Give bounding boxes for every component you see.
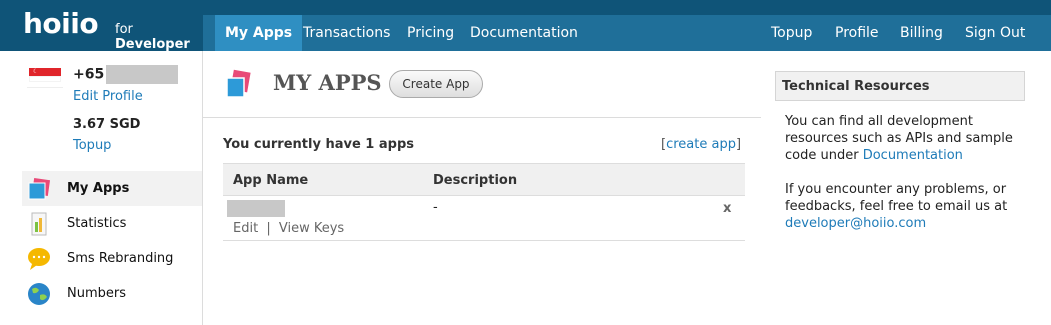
sidebar-item-label: Statistics — [67, 216, 127, 231]
logo-subtitle-developer: Developer — [115, 37, 190, 52]
sidebar: ☾ +65 Edit Profile 3.67 SGD Topup My App… — [0, 51, 203, 325]
sidebar-item-label: Sms Rebranding — [67, 251, 174, 266]
sidebar-item-sms-rebranding[interactable]: Sms Rebranding — [22, 241, 202, 276]
redacted-app-name — [227, 200, 285, 217]
action-separator: | — [266, 221, 271, 236]
my-apps-title-icon — [226, 69, 251, 98]
sms-rebranding-icon — [28, 248, 50, 270]
remove-app-button[interactable]: x — [723, 201, 731, 216]
sidebar-topup-link[interactable]: Topup — [73, 138, 111, 153]
create-app-link[interactable]: create app — [666, 137, 736, 152]
create-app-link-wrapper: [create app] — [661, 137, 741, 152]
sidebar-item-numbers[interactable]: Numbers — [22, 276, 202, 311]
table-row: - x Edit | View Keys — [223, 196, 745, 241]
developer-email-link[interactable]: developer@hoiio.com — [785, 216, 926, 231]
nav-pricing[interactable]: Pricing — [397, 15, 464, 51]
sidebar-item-statistics[interactable]: Statistics — [22, 206, 202, 241]
sidebar-item-label: Numbers — [67, 286, 126, 301]
column-header-description: Description — [433, 173, 518, 188]
singapore-flag-icon: ☾ — [27, 66, 63, 88]
sidebar-item-label: My Apps — [67, 181, 130, 196]
bracket-close: ] — [735, 137, 742, 152]
sidebar-item-my-apps[interactable]: My Apps — [22, 171, 202, 206]
create-app-button[interactable]: Create App — [389, 70, 483, 98]
table-header: App Name Description — [223, 163, 745, 196]
apps-table: App Name Description - x Edit | View Key… — [223, 163, 745, 241]
resources-paragraph-contact: If you encounter any problems, or feedba… — [785, 181, 1035, 232]
statistics-icon — [31, 212, 47, 236]
edit-app-link[interactable]: Edit — [233, 221, 258, 236]
apps-count-text: You currently have 1 apps — [223, 137, 414, 152]
page-title: MY APPS — [273, 70, 382, 95]
technical-resources-header: Technical Resources — [775, 71, 1025, 101]
view-keys-link[interactable]: View Keys — [279, 221, 344, 236]
nav-transactions[interactable]: Transactions — [293, 15, 400, 51]
row-actions: Edit | View Keys — [233, 221, 344, 236]
my-apps-icon — [28, 177, 51, 200]
logo-subtitle: for Developer — [115, 22, 203, 52]
app-description: - — [433, 200, 438, 215]
nav-profile[interactable]: Profile — [825, 15, 889, 51]
nav-my-apps[interactable]: My Apps — [215, 15, 303, 51]
nav-sign-out[interactable]: Sign Out — [955, 15, 1035, 51]
numbers-icon — [28, 283, 50, 305]
documentation-link[interactable]: Documentation — [863, 148, 963, 163]
resources-contact-text: If you encounter any problems, or feedba… — [785, 182, 1008, 214]
technical-resources-title: Technical Resources — [782, 79, 930, 94]
hoiio-logo[interactable]: hoiio — [23, 7, 99, 40]
logo-subtitle-prefix: for — [115, 22, 133, 37]
nav-topup[interactable]: Topup — [761, 15, 822, 51]
account-balance: 3.67 SGD — [73, 117, 141, 132]
sidebar-menu: My Apps Statistics Sms Rebranding Number… — [22, 171, 202, 311]
column-header-app-name: App Name — [233, 173, 309, 188]
redacted-phone-digits — [106, 65, 179, 84]
phone-prefix: +65 — [73, 66, 105, 83]
edit-profile-link[interactable]: Edit Profile — [73, 89, 143, 104]
divider — [203, 117, 761, 118]
resources-paragraph-docs: You can find all development resources s… — [785, 113, 1035, 164]
main-nav: My Apps Transactions Pricing Documentati… — [203, 15, 1051, 51]
top-header: hoiio for Developer My Apps Transactions… — [0, 0, 1051, 52]
logo-area[interactable]: hoiio for Developer — [0, 0, 203, 52]
nav-billing[interactable]: Billing — [890, 15, 953, 51]
phone-number: +65 — [73, 65, 179, 84]
nav-documentation[interactable]: Documentation — [460, 15, 588, 51]
